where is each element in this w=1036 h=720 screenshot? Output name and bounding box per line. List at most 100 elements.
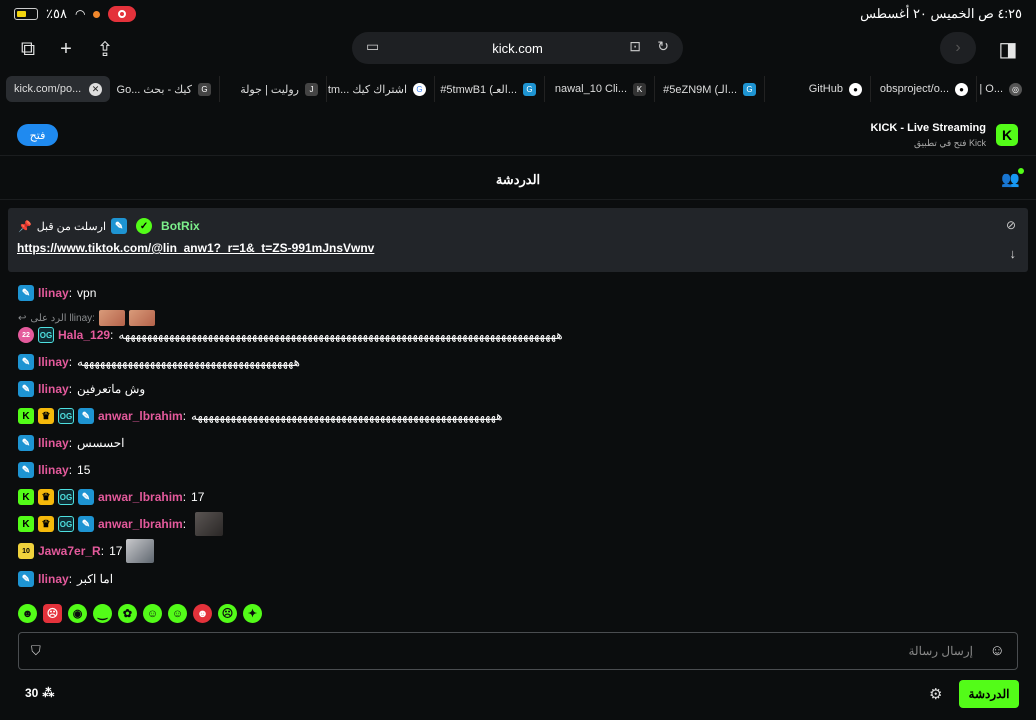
battery-icon xyxy=(14,8,38,20)
message-text: vpn xyxy=(77,286,97,300)
og-badge-icon: OG xyxy=(58,516,74,532)
emote-icon[interactable]: ☻ xyxy=(193,604,212,623)
open-app-button[interactable]: فتح xyxy=(17,124,58,146)
banner-title: KICK - Live Streaming xyxy=(870,122,986,134)
share-icon[interactable]: ⇪ xyxy=(92,36,118,62)
tab-8[interactable]: obsproject/o... ● xyxy=(871,76,977,102)
username[interactable]: llinay xyxy=(38,286,69,300)
k-icon: K xyxy=(633,82,646,96)
message-text: هههههههههههههههههههههههههههههههههههههههه… xyxy=(118,328,563,342)
emoji-picker-icon[interactable]: ☺ xyxy=(990,642,1005,659)
expand-pin-icon[interactable]: ↓ xyxy=(1010,246,1017,261)
tab-label: #5eZN9M (الـ... xyxy=(663,83,737,96)
username[interactable]: llinay xyxy=(38,572,69,586)
screen-record-icon[interactable] xyxy=(108,6,137,22)
tab-4[interactable]: #5tmwB1 (العـ... G xyxy=(435,76,545,102)
github-icon: ● xyxy=(849,82,862,96)
users-icon[interactable]: 👥 xyxy=(1001,168,1024,188)
send-chat-button[interactable]: الدردشة xyxy=(959,680,1019,708)
username[interactable]: llinay xyxy=(38,382,69,396)
username[interactable]: anwar_lbrahim xyxy=(98,517,183,531)
verified-badge-icon: ✓ xyxy=(136,218,153,234)
emote-icon[interactable]: ☺ xyxy=(143,604,162,623)
tab-label: | O... xyxy=(979,83,1003,95)
hide-pin-icon[interactable]: ⊘ xyxy=(1006,218,1016,232)
tab-label: Go... كيك - بحث xyxy=(116,83,192,96)
reload-icon[interactable]: ↻ xyxy=(657,38,669,55)
tab-9[interactable]: | O... ◎ xyxy=(977,76,1030,102)
message-text: هههههههههههههههههههههههههههههههههههههههه… xyxy=(191,409,503,423)
pinned-link[interactable]: https://www.tiktok.com/@lin_anw1?_r=1&_t… xyxy=(17,241,374,255)
tab-7[interactable]: GitHub ● xyxy=(765,76,871,102)
kick-badge-icon: K xyxy=(18,489,34,505)
crown-badge-icon: ♛ xyxy=(38,408,54,424)
pinned-author[interactable]: BotRix xyxy=(161,219,200,233)
pinned-message: 📌 ارسلت من قبل ✎ ✓ BotRix https://www.ti… xyxy=(8,208,1028,272)
reply-label: الرد على llinay: xyxy=(30,312,95,324)
username[interactable]: Hala_129 xyxy=(58,328,110,342)
google-icon: G xyxy=(413,82,426,96)
settings-gear-icon[interactable]: ⚙ xyxy=(929,685,942,703)
chat-message: K ♛ OG ✎ anwar_lbrahim: 17 xyxy=(18,486,204,508)
og-badge-icon: OG xyxy=(38,327,54,343)
tab-1[interactable]: Go... كيك - بحث G xyxy=(110,76,220,102)
chat-footer: 30 ⁂ ⚙ الدردشة xyxy=(0,678,1036,710)
viewer-number: 30 xyxy=(25,686,39,700)
g-icon: G xyxy=(743,82,756,96)
emote-icon[interactable]: ☹ xyxy=(218,604,237,623)
emote-icon[interactable]: ✦ xyxy=(243,604,262,623)
moderator-badge-icon: ✎ xyxy=(18,462,34,478)
shield-icon[interactable]: ⛉ xyxy=(31,643,41,659)
chat-message: ✎ llinay: هههههههههههههههههههههههههههههه… xyxy=(18,351,300,373)
og-badge-icon: OG xyxy=(58,408,74,424)
new-tab-icon[interactable]: + xyxy=(53,36,79,62)
tab-0[interactable]: kick.com/po... ✕ xyxy=(6,76,110,102)
forward-icon[interactable]: › xyxy=(940,32,976,64)
chat-message: K ♛ OG ✎ anwar_lbrahim: xyxy=(18,512,224,536)
close-tab-icon[interactable]: ✕ xyxy=(89,82,102,96)
tab-6[interactable]: #5eZN9M (الـ... G xyxy=(655,76,765,102)
emote-icon[interactable]: ☺ xyxy=(168,604,187,623)
message-image[interactable] xyxy=(195,512,224,536)
github-icon: ● xyxy=(955,82,968,96)
emote-icon[interactable]: ✿ xyxy=(118,604,137,623)
g-icon: G xyxy=(523,82,536,96)
tab-5[interactable]: nawal_10 Cli... K xyxy=(545,76,655,102)
gift-badge-icon: 10 xyxy=(18,543,34,559)
message-text: 17 xyxy=(109,544,123,558)
moderator-badge-icon: ✎ xyxy=(18,285,34,301)
reader-icon[interactable]: ▭ xyxy=(366,38,379,55)
emote-icon[interactable]: ‿ xyxy=(93,604,112,623)
chat-title: الدردشة xyxy=(495,172,541,187)
tabs-overview-icon[interactable]: ⧉ xyxy=(15,36,41,62)
reply-icon: ↩ xyxy=(18,312,27,324)
username[interactable]: anwar_lbrahim xyxy=(98,409,183,423)
username[interactable]: anwar_lbrahim xyxy=(98,490,183,504)
status-left: ٪٥٨ ◠ xyxy=(14,6,137,22)
username[interactable]: llinay xyxy=(38,463,69,477)
message-text: وش ماتعرفين xyxy=(77,382,146,396)
emote-icon[interactable]: ◉ xyxy=(68,604,87,623)
viewer-count: 30 ⁂ xyxy=(25,686,54,700)
pin-icon: 📌 xyxy=(18,220,32,233)
emote-icon[interactable]: ☻ xyxy=(18,604,37,623)
chat-message: ✎ llinay: 15 xyxy=(18,459,90,481)
moderator-badge-icon: ✎ xyxy=(18,381,34,397)
chat-input[interactable]: ⛉ إرسال رسالة ☺ xyxy=(18,632,1018,670)
message-image[interactable] xyxy=(126,539,155,563)
chat-message: ✎ llinay: احسسس xyxy=(18,432,125,454)
address-bar[interactable]: ▭ kick.com ⊡ ↻ xyxy=(352,32,683,64)
emote-icon[interactable]: ☹ xyxy=(43,604,62,623)
chat-message: K ♛ OG ✎ anwar_lbrahim: هههههههههههههههه… xyxy=(18,405,503,427)
status-bar: ٪٥٨ ◠ ٤:٢٥ ص الخميس ٢٠ أغسطس xyxy=(0,0,1036,30)
chat-header: الدردشة 👥 xyxy=(0,158,1036,200)
username[interactable]: Jawa7er_R xyxy=(38,544,101,558)
username[interactable]: llinay xyxy=(38,355,69,369)
tab-3[interactable]: tm... اشتراك كيك G xyxy=(327,76,435,102)
extension-icon[interactable]: ⊡ xyxy=(629,38,641,55)
globe-icon: ◎ xyxy=(1009,82,1022,96)
moderator-badge-icon: ✎ xyxy=(18,354,34,370)
tab-2[interactable]: رولیت | جولة J xyxy=(220,76,327,102)
sidebar-icon[interactable]: ◨ xyxy=(995,36,1021,62)
username[interactable]: llinay xyxy=(38,436,69,450)
